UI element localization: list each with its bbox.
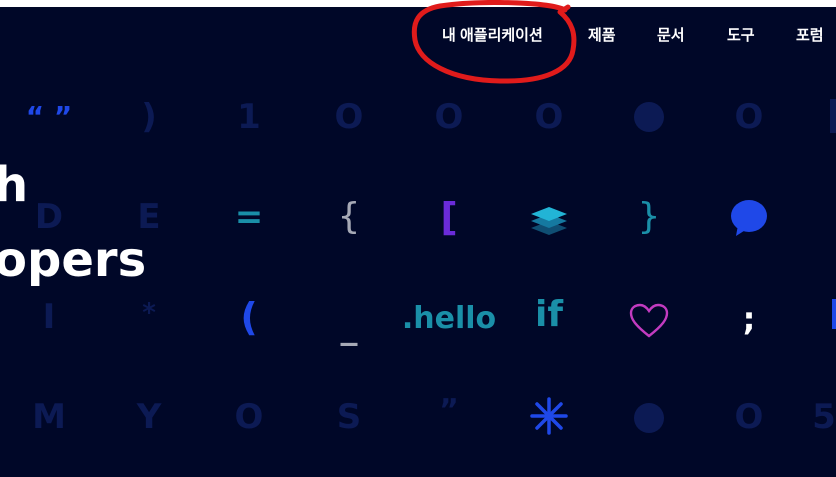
chat-bubble-icon xyxy=(729,199,769,239)
o-symbol: O xyxy=(334,97,364,137)
y-symbol: Y xyxy=(136,397,162,437)
nav-tools[interactable]: 도구 xyxy=(727,26,755,46)
s-symbol: S xyxy=(336,397,362,437)
nav-my-applications[interactable]: 내 애플리케이션 xyxy=(442,26,543,46)
m-symbol: M xyxy=(32,397,66,437)
edge-shape xyxy=(832,299,836,329)
paren-close-symbol: ) xyxy=(141,97,157,137)
o-symbol: O xyxy=(734,97,764,137)
heart-icon xyxy=(629,303,669,339)
nav-docs[interactable]: 문서 xyxy=(657,26,685,46)
asterisk-symbol: * xyxy=(142,298,156,328)
quotes-symbol: “ ” xyxy=(25,100,73,133)
one-symbol: 1 xyxy=(237,97,261,137)
e-symbol: E xyxy=(137,197,161,237)
five-symbol: 5 xyxy=(812,397,836,437)
sparkle-asterisk-icon xyxy=(529,396,569,436)
o-symbol: O xyxy=(434,97,464,137)
paren-open-symbol: ( xyxy=(240,295,258,339)
hero-banner: h opers “ ” ) 1 O O O O D E = { [ } I * … xyxy=(0,7,836,477)
layers-icon xyxy=(528,199,570,239)
o-symbol: O xyxy=(534,97,564,137)
semicolon-symbol: ; xyxy=(742,300,756,338)
underscore-symbol: _ xyxy=(340,307,358,347)
if-symbol: if xyxy=(534,294,563,335)
nav-products[interactable]: 제품 xyxy=(588,26,616,46)
dot-shape xyxy=(634,102,664,132)
brace-close-symbol: } xyxy=(637,196,661,237)
d-symbol: D xyxy=(34,197,64,237)
o-symbol: O xyxy=(234,397,264,437)
top-strip xyxy=(0,0,836,7)
brace-open-symbol: { xyxy=(337,196,361,237)
edge-shape xyxy=(830,99,836,133)
nav-forum[interactable]: 포럼 xyxy=(796,26,824,46)
closing-quote-symbol: ” xyxy=(439,393,459,428)
pipe-symbol: I xyxy=(42,297,56,337)
hello-symbol: .hello xyxy=(401,301,497,336)
o-symbol: O xyxy=(734,397,764,437)
equals-symbol: = xyxy=(234,197,264,237)
bracket-open-symbol: [ xyxy=(440,195,458,239)
dot-shape xyxy=(634,403,664,433)
